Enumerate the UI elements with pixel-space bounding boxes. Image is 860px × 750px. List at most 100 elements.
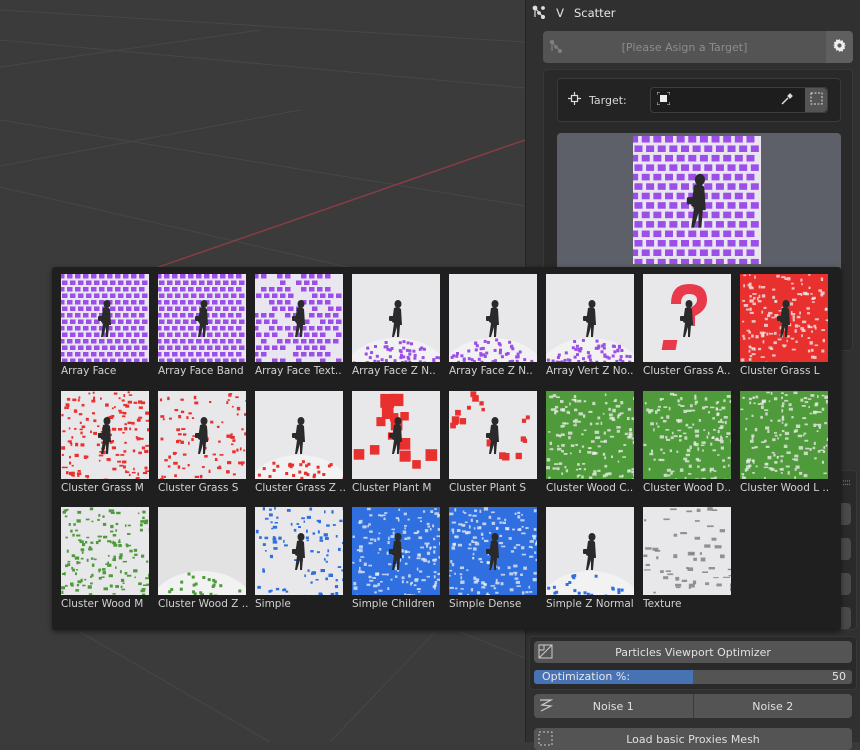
preset-thumbnail bbox=[61, 391, 149, 479]
preset-item[interactable]: Array Face Text.. bbox=[252, 274, 349, 391]
preset-item[interactable]: Simple Children bbox=[349, 507, 446, 624]
preset-thumbnail bbox=[740, 274, 828, 362]
preset-thumbnail bbox=[449, 391, 537, 479]
preset-thumbnail bbox=[546, 274, 634, 362]
preset-label: Cluster Grass S bbox=[158, 482, 252, 494]
optimization-slider[interactable]: Optimization %: 50 bbox=[534, 670, 852, 684]
preset-item[interactable]: Cluster Grass L bbox=[737, 274, 834, 391]
assign-target-row: [Please Asign a Target] bbox=[543, 31, 853, 63]
noise-2-button[interactable]: Noise 2 bbox=[693, 694, 853, 718]
preset-thumbnail bbox=[449, 274, 537, 362]
preset-thumbnail bbox=[61, 507, 149, 595]
assign-target-label: [Please Asign a Target] bbox=[622, 41, 748, 54]
preset-item[interactable]: Cluster Grass S bbox=[155, 391, 252, 508]
preset-label: Cluster Plant S bbox=[449, 482, 543, 494]
preset-item[interactable]: Cluster Grass Z .. bbox=[252, 391, 349, 508]
preset-item[interactable]: Cluster Wood M bbox=[58, 507, 155, 624]
preset-item[interactable]: Array Face Band bbox=[155, 274, 252, 391]
preset-item[interactable]: Cluster Wood D.. bbox=[640, 391, 737, 508]
preset-thumbnail bbox=[352, 274, 440, 362]
noise-1-button[interactable]: Noise 1 bbox=[534, 694, 693, 718]
object-icon bbox=[657, 92, 670, 108]
preset-label: Texture bbox=[643, 598, 737, 610]
eyedropper-icon[interactable] bbox=[780, 93, 793, 109]
preset-preview-image bbox=[633, 136, 761, 264]
preset-item[interactable]: Cluster Plant S bbox=[446, 391, 543, 508]
preset-label: Cluster Grass A.. bbox=[643, 365, 737, 377]
settings-button[interactable] bbox=[826, 31, 853, 63]
preset-label: Array Vert Z No.. bbox=[546, 365, 640, 377]
preset-item[interactable]: Texture bbox=[640, 507, 737, 624]
preset-label: Simple bbox=[255, 598, 349, 610]
optimizer-icon bbox=[538, 644, 553, 662]
load-proxies-button[interactable]: Load basic Proxies Mesh bbox=[534, 728, 852, 750]
preset-label: Cluster Wood C.. bbox=[546, 482, 640, 494]
scatter-particles-icon bbox=[549, 39, 563, 56]
load-proxies-label: Load basic Proxies Mesh bbox=[626, 733, 760, 746]
gear-icon bbox=[833, 39, 846, 55]
preset-item[interactable]: Array Face bbox=[58, 274, 155, 391]
preset-thumbnail bbox=[255, 274, 343, 362]
preset-label: Cluster Wood Z .. bbox=[158, 598, 252, 610]
preset-thumbnail bbox=[643, 391, 731, 479]
preset-thumbnail bbox=[158, 507, 246, 595]
collapse-chevron[interactable]: V bbox=[554, 6, 566, 20]
target-object-field[interactable] bbox=[650, 87, 828, 113]
assign-target-button[interactable]: [Please Asign a Target] bbox=[543, 31, 826, 63]
preset-label: Cluster Wood M bbox=[61, 598, 155, 610]
noise-icon bbox=[538, 698, 553, 716]
target-row: Target: bbox=[557, 78, 841, 122]
preset-label: Cluster Plant M bbox=[352, 482, 446, 494]
scatter-particles-icon bbox=[532, 5, 546, 22]
preset-thumbnail bbox=[255, 391, 343, 479]
optimizer-button-label: Particles Viewport Optimizer bbox=[615, 646, 771, 659]
preset-item[interactable]: Simple Dense bbox=[446, 507, 543, 624]
particles-viewport-optimizer-button[interactable]: Particles Viewport Optimizer bbox=[534, 641, 852, 663]
slider-value: 50 bbox=[832, 670, 846, 684]
noise-2-label: Noise 2 bbox=[752, 700, 793, 713]
preset-gallery-popup: Array FaceArray Face BandArray Face Text… bbox=[52, 267, 841, 630]
slider-label: Optimization %: bbox=[542, 670, 630, 684]
preset-thumbnail bbox=[61, 274, 149, 362]
preset-thumbnail bbox=[449, 507, 537, 595]
preset-item[interactable]: Array Vert Z No.. bbox=[543, 274, 640, 391]
preset-item[interactable]: Array Face Z N.. bbox=[349, 274, 446, 391]
preset-thumbnail bbox=[352, 507, 440, 595]
box-select-icon bbox=[810, 92, 823, 108]
preset-label: Array Face Z N.. bbox=[449, 365, 543, 377]
preset-label: Cluster Grass L bbox=[740, 365, 834, 377]
preset-item[interactable]: Cluster Wood C.. bbox=[543, 391, 640, 508]
panel-header-scatter[interactable]: V Scatter bbox=[526, 0, 860, 26]
preset-label: Simple Z Normal bbox=[546, 598, 640, 610]
preset-item[interactable]: Cluster Wood Z .. bbox=[155, 507, 252, 624]
preset-thumbnail bbox=[158, 274, 246, 362]
preset-label: Array Face Text.. bbox=[255, 365, 349, 377]
drag-handle-icon[interactable]: :::: bbox=[842, 478, 850, 488]
preset-item[interactable]: Simple Z Normal bbox=[543, 507, 640, 624]
preset-label: Array Face Z N.. bbox=[352, 365, 446, 377]
preset-thumbnail bbox=[255, 507, 343, 595]
noise-1-label: Noise 1 bbox=[593, 700, 634, 713]
box-select-button[interactable] bbox=[805, 88, 827, 112]
preset-thumbnail bbox=[546, 391, 634, 479]
preset-item[interactable]: Cluster Plant M bbox=[349, 391, 446, 508]
preset-item[interactable]: Cluster Grass A.. bbox=[640, 274, 737, 391]
preset-preview[interactable] bbox=[557, 133, 841, 273]
preset-label: Array Face Band bbox=[158, 365, 252, 377]
target-label: Target: bbox=[589, 94, 627, 107]
preset-label: Simple Children bbox=[352, 598, 446, 610]
preset-label: Simple Dense bbox=[449, 598, 543, 610]
preset-item[interactable]: Simple bbox=[252, 507, 349, 624]
preset-thumbnail bbox=[740, 391, 828, 479]
preset-item[interactable]: Array Face Z N.. bbox=[446, 274, 543, 391]
preset-item[interactable]: Cluster Grass M bbox=[58, 391, 155, 508]
preset-label: Cluster Wood L .. bbox=[740, 482, 834, 494]
preset-thumbnail bbox=[352, 391, 440, 479]
preset-label: Array Face bbox=[61, 365, 155, 377]
preset-thumbnail bbox=[643, 507, 731, 595]
preset-grid: Array FaceArray Face BandArray Face Text… bbox=[58, 274, 834, 624]
preset-thumbnail bbox=[158, 391, 246, 479]
preset-item[interactable]: Cluster Wood L .. bbox=[737, 391, 834, 508]
crosshair-icon bbox=[568, 92, 581, 108]
proxy-box-icon bbox=[538, 731, 553, 749]
